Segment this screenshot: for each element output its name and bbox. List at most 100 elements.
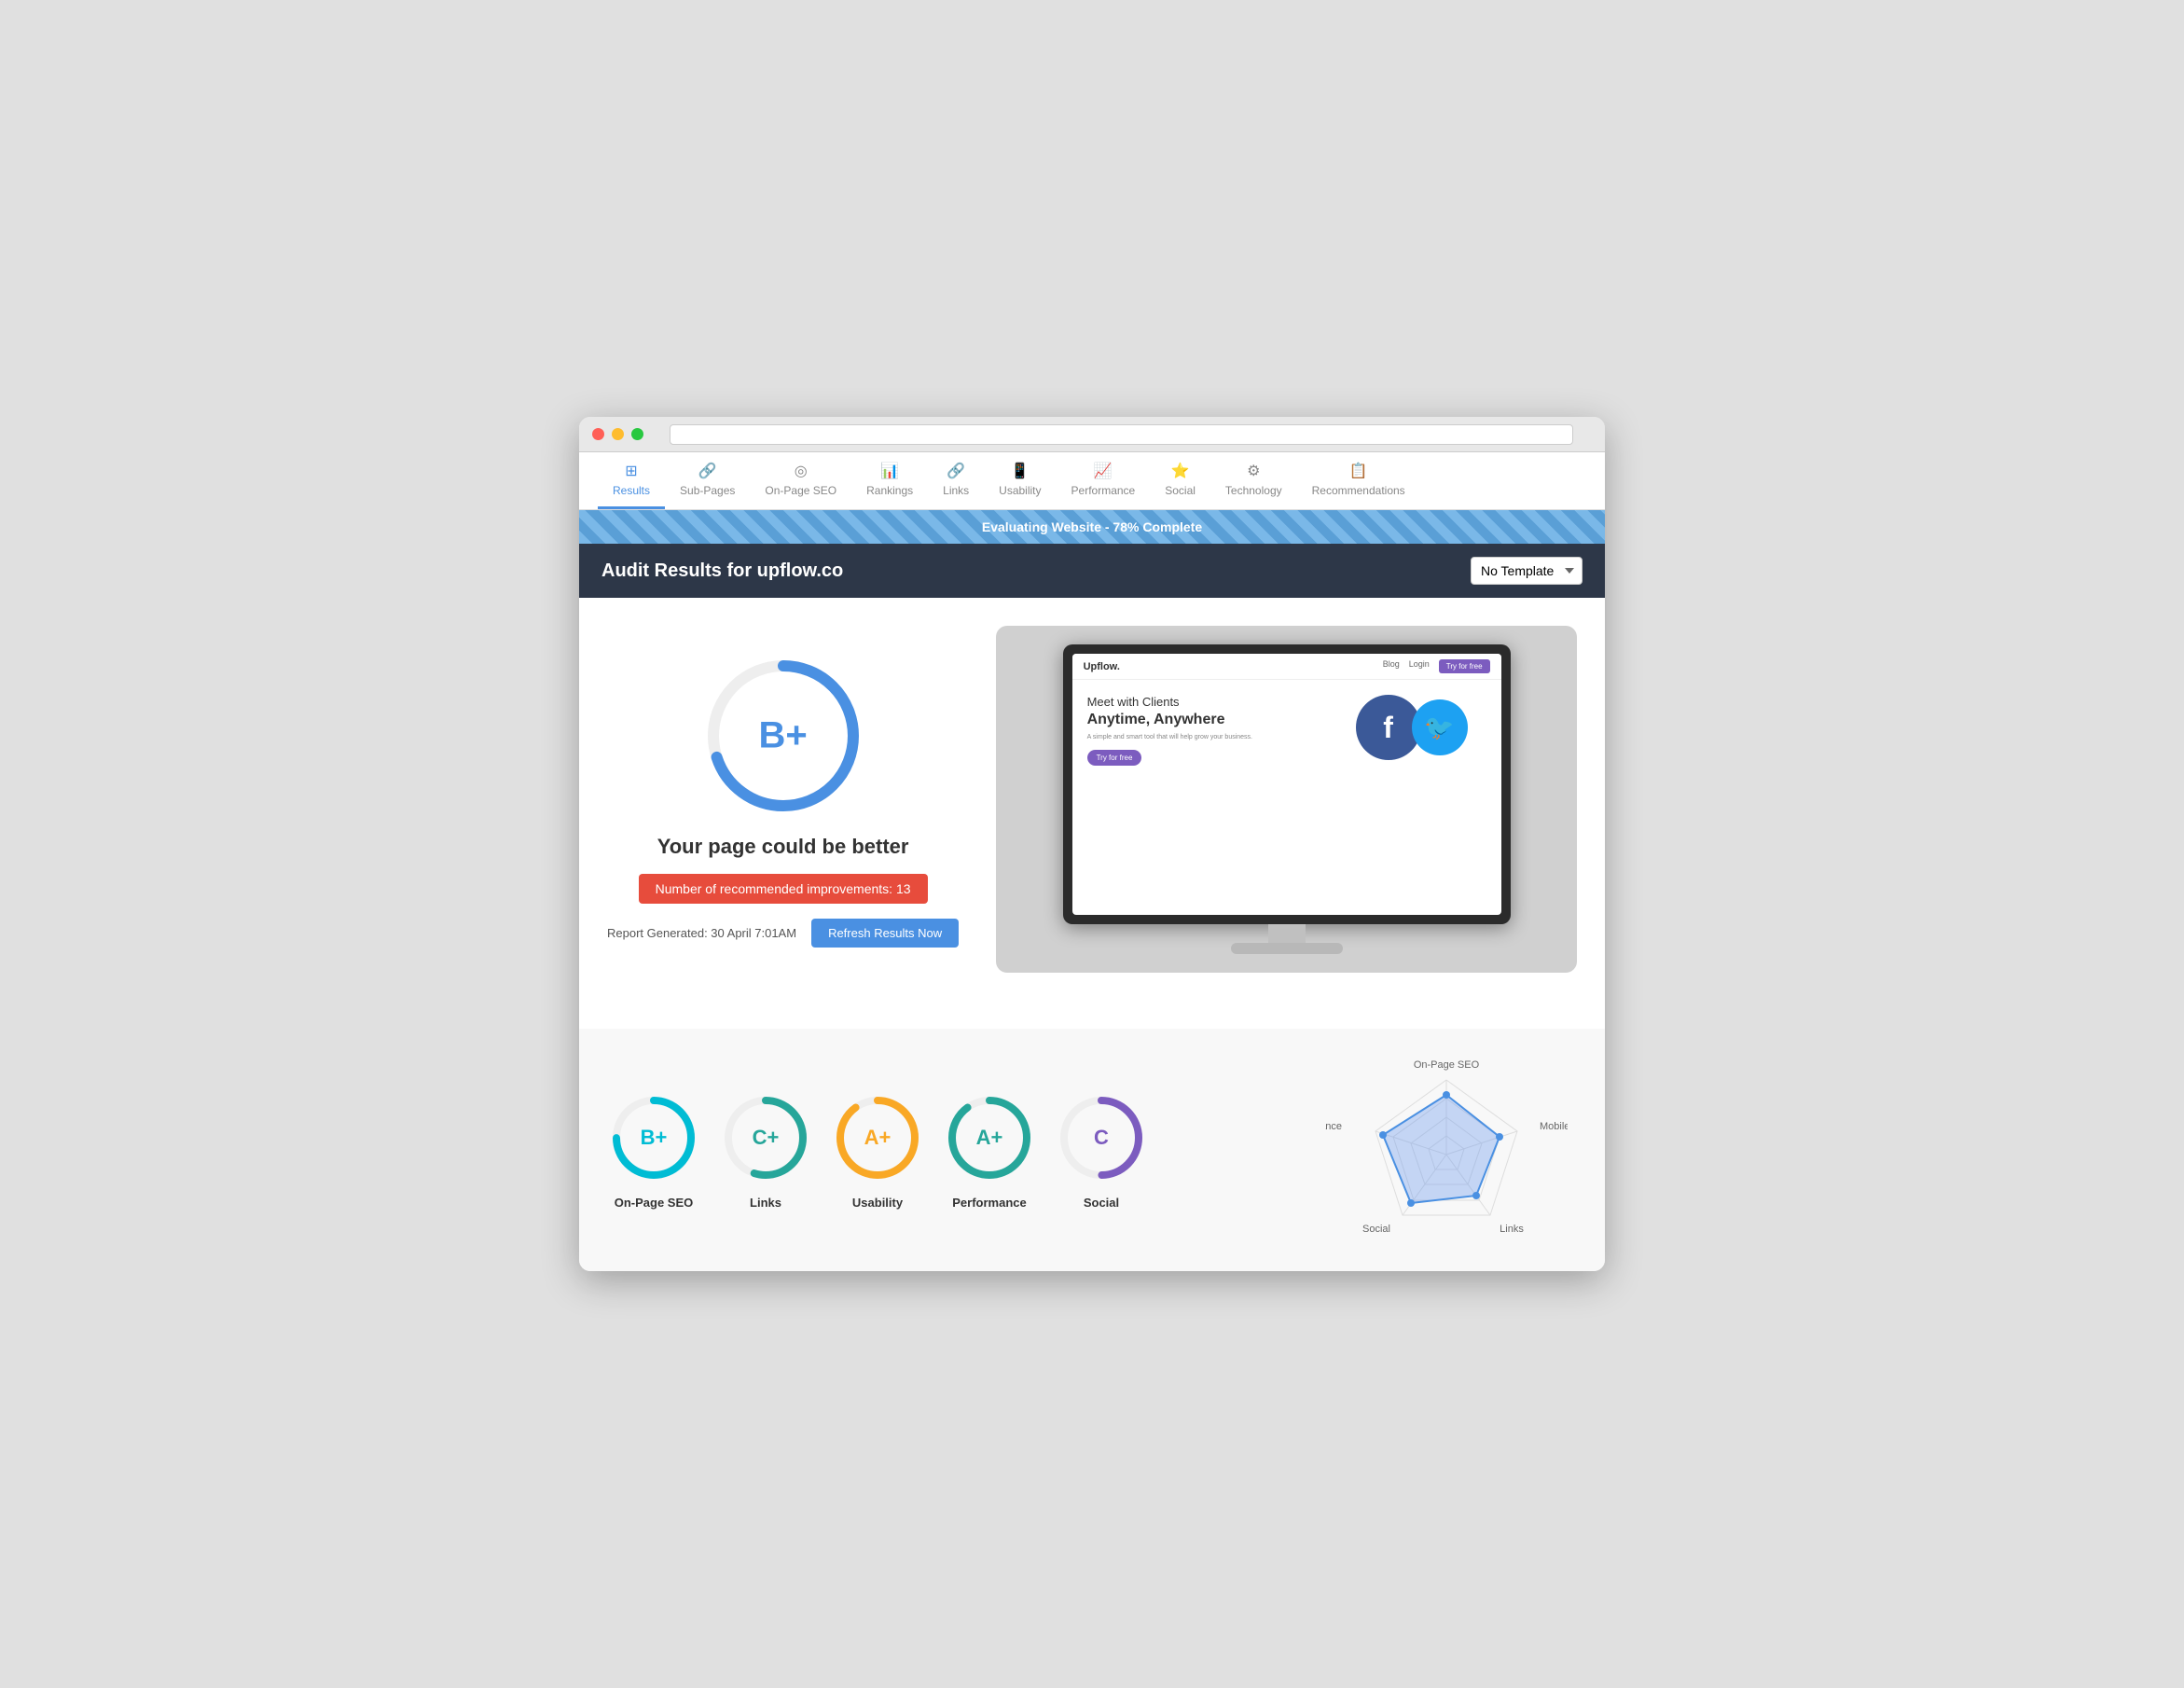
score-section: B+ Your page could be better Number of r… bbox=[607, 626, 1577, 973]
tab-technology-label: Technology bbox=[1225, 484, 1282, 497]
tab-performance-label: Performance bbox=[1071, 484, 1136, 497]
cards-row: B+ On-Page SEO C+ Links bbox=[607, 1091, 1297, 1210]
onpage-icon: ◎ bbox=[795, 462, 808, 480]
subpages-icon: 🔗 bbox=[698, 462, 717, 480]
monitor-neck bbox=[1268, 924, 1306, 943]
improvements-badge: Number of recommended improvements: 13 bbox=[639, 874, 928, 904]
twitter-icon: 🐦 bbox=[1412, 699, 1468, 755]
hero-line2: Anytime, Anywhere bbox=[1087, 712, 1225, 727]
tab-results[interactable]: ⊞ Results bbox=[598, 452, 665, 509]
report-date: Report Generated: 30 April 7:01AM bbox=[607, 926, 796, 940]
label-onpage: On-Page SEO bbox=[615, 1196, 694, 1210]
hero-line1: Meet with Clients bbox=[1087, 695, 1180, 709]
radar-chart-section: On-Page SEO Mobile & UI Links Social Per… bbox=[1316, 1047, 1577, 1252]
card-social: C Social bbox=[1055, 1091, 1148, 1210]
social-icons-mock: f 🐦 bbox=[1356, 695, 1486, 760]
radar-label-performance: Performance bbox=[1325, 1121, 1342, 1132]
usability-icon: 📱 bbox=[1011, 462, 1030, 480]
radar-chart: On-Page SEO Mobile & UI Links Social Per… bbox=[1325, 1047, 1568, 1252]
tab-performance[interactable]: 📈 Performance bbox=[1057, 452, 1151, 509]
monitor-hero: Meet with Clients Anytime, Anywhere A si… bbox=[1072, 680, 1501, 781]
tab-onpage-label: On-Page SEO bbox=[765, 484, 836, 497]
links-icon: 🔗 bbox=[947, 462, 965, 480]
url-bar[interactable] bbox=[670, 424, 1573, 445]
label-social: Social bbox=[1084, 1196, 1119, 1210]
grade-onpage: B+ bbox=[641, 1126, 668, 1150]
grade-links: C+ bbox=[753, 1126, 780, 1150]
monitor-screen: Upflow. Blog Login Try for free bbox=[1072, 654, 1501, 915]
audit-title: Audit Results for upflow.co bbox=[601, 560, 843, 582]
progress-banner: Evaluating Website - 78% Complete bbox=[579, 510, 1605, 544]
monitor-brand: Upflow. bbox=[1084, 661, 1120, 672]
recommendations-icon: 📋 bbox=[1349, 462, 1368, 480]
main-grade: B+ bbox=[758, 714, 807, 756]
tab-subpages-label: Sub-Pages bbox=[680, 484, 735, 497]
tab-recommendations[interactable]: 📋 Recommendations bbox=[1297, 452, 1420, 509]
grade-social: C bbox=[1094, 1126, 1109, 1150]
tab-recommendations-label: Recommendations bbox=[1312, 484, 1405, 497]
tab-rankings-label: Rankings bbox=[866, 484, 913, 497]
tab-links-label: Links bbox=[943, 484, 969, 497]
social-icon: ⭐ bbox=[1171, 462, 1190, 480]
monitor-nav: Upflow. Blog Login Try for free bbox=[1072, 654, 1501, 680]
circle-usability: A+ bbox=[831, 1091, 924, 1184]
browser-window: ⊞ Results 🔗 Sub-Pages ◎ On-Page SEO 📊 Ra… bbox=[579, 417, 1605, 1271]
card-onpage-seo: B+ On-Page SEO bbox=[607, 1091, 700, 1210]
monitor-nav-login: Login bbox=[1409, 659, 1430, 673]
monitor-nav-links: Blog Login Try for free bbox=[1383, 659, 1490, 673]
technology-icon: ⚙ bbox=[1247, 462, 1260, 480]
circle-performance: A+ bbox=[943, 1091, 1036, 1184]
minimize-dot[interactable] bbox=[612, 428, 624, 440]
maximize-dot[interactable] bbox=[631, 428, 643, 440]
monitor: Upflow. Blog Login Try for free bbox=[1063, 644, 1511, 924]
performance-icon: 📈 bbox=[1094, 462, 1113, 480]
nav-tabs: ⊞ Results 🔗 Sub-Pages ◎ On-Page SEO 📊 Ra… bbox=[579, 452, 1605, 510]
label-usability: Usability bbox=[852, 1196, 903, 1210]
tab-technology[interactable]: ⚙ Technology bbox=[1210, 452, 1297, 509]
audit-header: Audit Results for upflow.co No Template … bbox=[579, 544, 1605, 598]
radar-label-mobile: Mobile & UI bbox=[1540, 1121, 1568, 1132]
grade-performance: A+ bbox=[976, 1126, 1003, 1150]
label-performance: Performance bbox=[952, 1196, 1026, 1210]
score-message: Your page could be better bbox=[657, 835, 909, 859]
tab-social[interactable]: ⭐ Social bbox=[1150, 452, 1210, 509]
titlebar bbox=[579, 417, 1605, 452]
tab-social-label: Social bbox=[1165, 484, 1196, 497]
label-links: Links bbox=[750, 1196, 781, 1210]
radar-label-social: Social bbox=[1362, 1224, 1390, 1235]
tab-onpage[interactable]: ◎ On-Page SEO bbox=[750, 452, 851, 509]
tab-links[interactable]: 🔗 Links bbox=[928, 452, 984, 509]
radar-label-onpage: On-Page SEO bbox=[1414, 1059, 1480, 1071]
hero-text: Meet with Clients Anytime, Anywhere A si… bbox=[1087, 695, 1347, 766]
hero-btn: Try for free bbox=[1087, 750, 1142, 766]
report-row: Report Generated: 30 April 7:01AM Refres… bbox=[607, 919, 959, 948]
monitor-base bbox=[1231, 943, 1343, 954]
hero-sub: A simple and smart tool that will help g… bbox=[1087, 734, 1347, 740]
template-select[interactable]: No Template Default E-commerce Blog bbox=[1471, 557, 1583, 585]
tab-subpages[interactable]: 🔗 Sub-Pages bbox=[665, 452, 750, 509]
refresh-button[interactable]: Refresh Results Now bbox=[811, 919, 959, 948]
tab-usability-label: Usability bbox=[999, 484, 1041, 497]
card-usability: A+ Usability bbox=[831, 1091, 924, 1210]
grade-usability: A+ bbox=[864, 1126, 892, 1150]
bottom-section: B+ On-Page SEO C+ Links bbox=[579, 1029, 1605, 1271]
circle-social: C bbox=[1055, 1091, 1148, 1184]
monitor-stand bbox=[1231, 924, 1343, 954]
radar-label-links: Links bbox=[1500, 1224, 1524, 1235]
results-icon: ⊞ bbox=[625, 462, 637, 480]
score-left: B+ Your page could be better Number of r… bbox=[607, 652, 959, 948]
browser-mockup: Upflow. Blog Login Try for free bbox=[996, 626, 1577, 973]
card-performance: A+ Performance bbox=[943, 1091, 1036, 1210]
card-links: C+ Links bbox=[719, 1091, 812, 1210]
close-dot[interactable] bbox=[592, 428, 604, 440]
tab-results-label: Results bbox=[613, 484, 650, 497]
tab-usability[interactable]: 📱 Usability bbox=[984, 452, 1056, 509]
main-content: B+ Your page could be better Number of r… bbox=[579, 598, 1605, 1029]
circle-onpage: B+ bbox=[607, 1091, 700, 1184]
tab-rankings[interactable]: 📊 Rankings bbox=[851, 452, 928, 509]
rankings-icon: 📊 bbox=[880, 462, 899, 480]
monitor-nav-blog: Blog bbox=[1383, 659, 1400, 673]
banner-text: Evaluating Website - 78% Complete bbox=[982, 519, 1202, 534]
circle-links: C+ bbox=[719, 1091, 812, 1184]
main-score-circle: B+ bbox=[699, 652, 867, 820]
